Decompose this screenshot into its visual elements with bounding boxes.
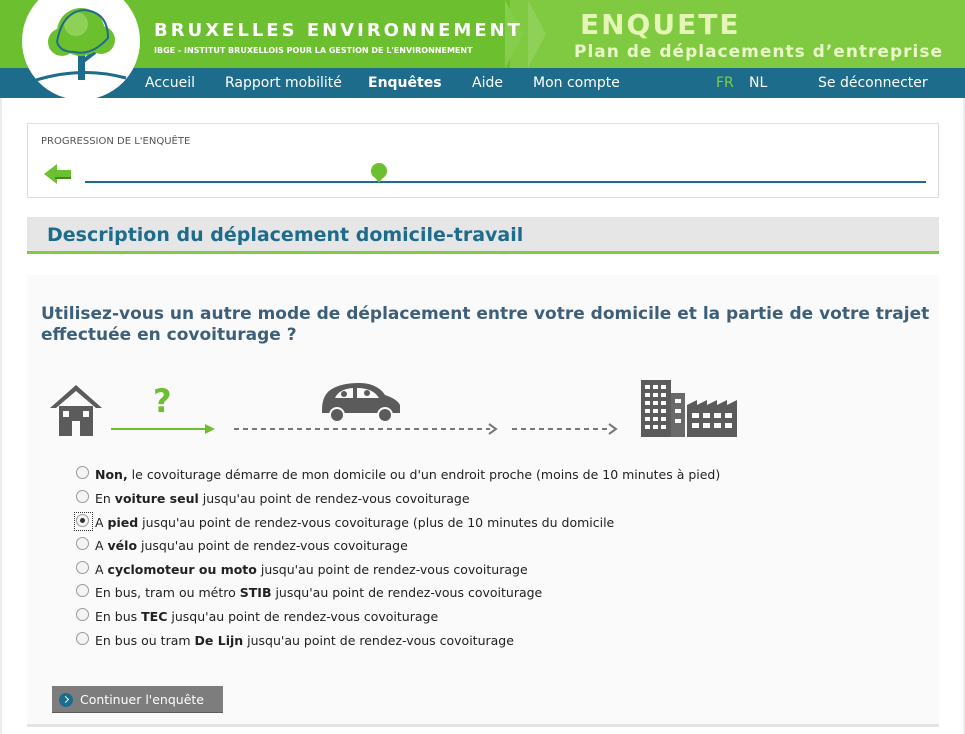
option-label: A pied jusqu'au point de rendez-vous cov…	[95, 515, 614, 530]
option-label-emphasis: pied	[107, 515, 139, 530]
chevron-decoration	[528, 0, 546, 68]
option-label-rest: jusqu'au point de rendez-vous covoiturag…	[138, 515, 615, 530]
lang-fr-link[interactable]: FR	[716, 75, 734, 91]
option-label-prefix: En bus, tram ou métro	[95, 585, 240, 600]
survey-title: ENQUETE	[580, 8, 741, 41]
tree-icon	[35, 8, 127, 82]
section-title: Description du déplacement domicile-trav…	[47, 224, 524, 246]
option-label-rest: jusqu'au point de rendez-vous covoiturag…	[243, 633, 514, 648]
chevron-right-circle-icon	[59, 693, 73, 707]
continue-button[interactable]: Continuer l'enquête	[52, 686, 223, 713]
nav-item-aide[interactable]: Aide	[472, 75, 503, 91]
nav-item-enquetes[interactable]: Enquêtes	[368, 75, 442, 91]
option-label: En bus TEC jusqu'au point de rendez-vous…	[95, 609, 438, 624]
option-label: A vélo jusqu'au point de rendez-vous cov…	[95, 538, 408, 553]
continue-button-label: Continuer l'enquête	[80, 692, 204, 707]
question-mark-icon: ?	[111, 382, 215, 434]
progress-pin-icon	[370, 162, 388, 184]
site-header: BRUXELLES ENVIRONNEMENT IBGE - INSTITUT …	[0, 0, 965, 68]
house-icon	[50, 385, 102, 436]
option-label-emphasis: De Lijn	[194, 633, 244, 648]
focus-outline	[74, 512, 93, 531]
option-label-rest: jusqu'au point de rendez-vous covoiturag…	[137, 538, 408, 553]
option-label-rest: jusqu'au point de rendez-vous covoiturag…	[198, 491, 470, 506]
nav-item-mon-compte[interactable]: Mon compte	[533, 75, 620, 91]
site-logo[interactable]	[22, 0, 140, 100]
brand-title: BRUXELLES ENVIRONNEMENT	[154, 20, 523, 41]
radio-button[interactable]	[74, 512, 93, 531]
option-label-emphasis: Non,	[95, 467, 128, 482]
option-label-prefix: En bus	[95, 609, 142, 624]
option-label-emphasis: TEC	[141, 609, 168, 624]
option-label-prefix: A	[95, 538, 108, 553]
lang-nl-link[interactable]: NL	[749, 75, 767, 91]
option-label-emphasis: cyclomoteur ou moto	[107, 562, 257, 577]
radio-button[interactable]	[76, 632, 89, 645]
journey-illustration: ?	[50, 380, 737, 437]
survey-progress: PROGRESSION DE L'ENQUÊTE	[27, 123, 939, 198]
main-nav: Accueil Rapport mobilité Enquêtes Aide M…	[0, 68, 965, 98]
page-bottom-border	[27, 724, 939, 727]
option-label-prefix: En bus ou tram	[95, 633, 195, 648]
option-label: En bus ou tram De Lijn jusqu'au point de…	[95, 633, 514, 648]
option-label-emphasis: voiture seul	[114, 491, 199, 506]
office-building-icon	[641, 380, 737, 437]
option-label: En bus, tram ou métro STIB jusqu'au poin…	[95, 585, 542, 600]
radio-button[interactable]	[76, 584, 89, 597]
option-label: Non, le covoiturage démarre de mon domic…	[95, 467, 720, 482]
progress-label: PROGRESSION DE L'ENQUÊTE	[41, 136, 191, 147]
option-label-prefix: A	[95, 562, 108, 577]
option-label-rest: jusqu'au point de rendez-vous covoiturag…	[271, 585, 543, 600]
option-label-rest: jusqu'au point de rendez-vous covoiturag…	[256, 562, 528, 577]
survey-subtitle: Plan de déplacements d’entreprise	[573, 42, 943, 62]
radio-button[interactable]	[76, 466, 89, 479]
option-label-prefix: En	[95, 491, 115, 506]
option-label: En voiture seul jusqu'au point de rendez…	[95, 491, 470, 506]
progress-track	[85, 181, 926, 183]
arrow-left-icon[interactable]	[44, 164, 72, 184]
svg-text:?: ?	[153, 382, 172, 420]
option-label-prefix: A	[95, 515, 108, 530]
option-label: A cyclomoteur ou moto jusqu'au point de …	[95, 562, 528, 577]
option-label-emphasis: vélo	[107, 538, 138, 553]
brand-subtitle: IBGE - INSTITUT BRUXELLOIS POUR LA GESTI…	[154, 46, 473, 55]
option-label-emphasis: STIB	[239, 585, 272, 600]
logout-link[interactable]: Se déconnecter	[818, 75, 928, 91]
radio-button[interactable]	[76, 490, 89, 503]
section-header: Description du déplacement domicile-trav…	[27, 217, 939, 254]
radio-button[interactable]	[76, 608, 89, 621]
nav-item-accueil[interactable]: Accueil	[145, 75, 195, 91]
car-icon	[322, 383, 400, 423]
option-label-rest: le covoiturage démarre de mon domicile o…	[127, 467, 721, 482]
option-label-rest: jusqu'au point de rendez-vous covoiturag…	[167, 609, 439, 624]
question-text: Utilisez-vous un autre mode de déplaceme…	[41, 304, 930, 345]
radio-button[interactable]	[76, 537, 89, 550]
radio-button[interactable]	[76, 561, 89, 574]
nav-item-rapport-mobilite[interactable]: Rapport mobilité	[225, 75, 342, 91]
